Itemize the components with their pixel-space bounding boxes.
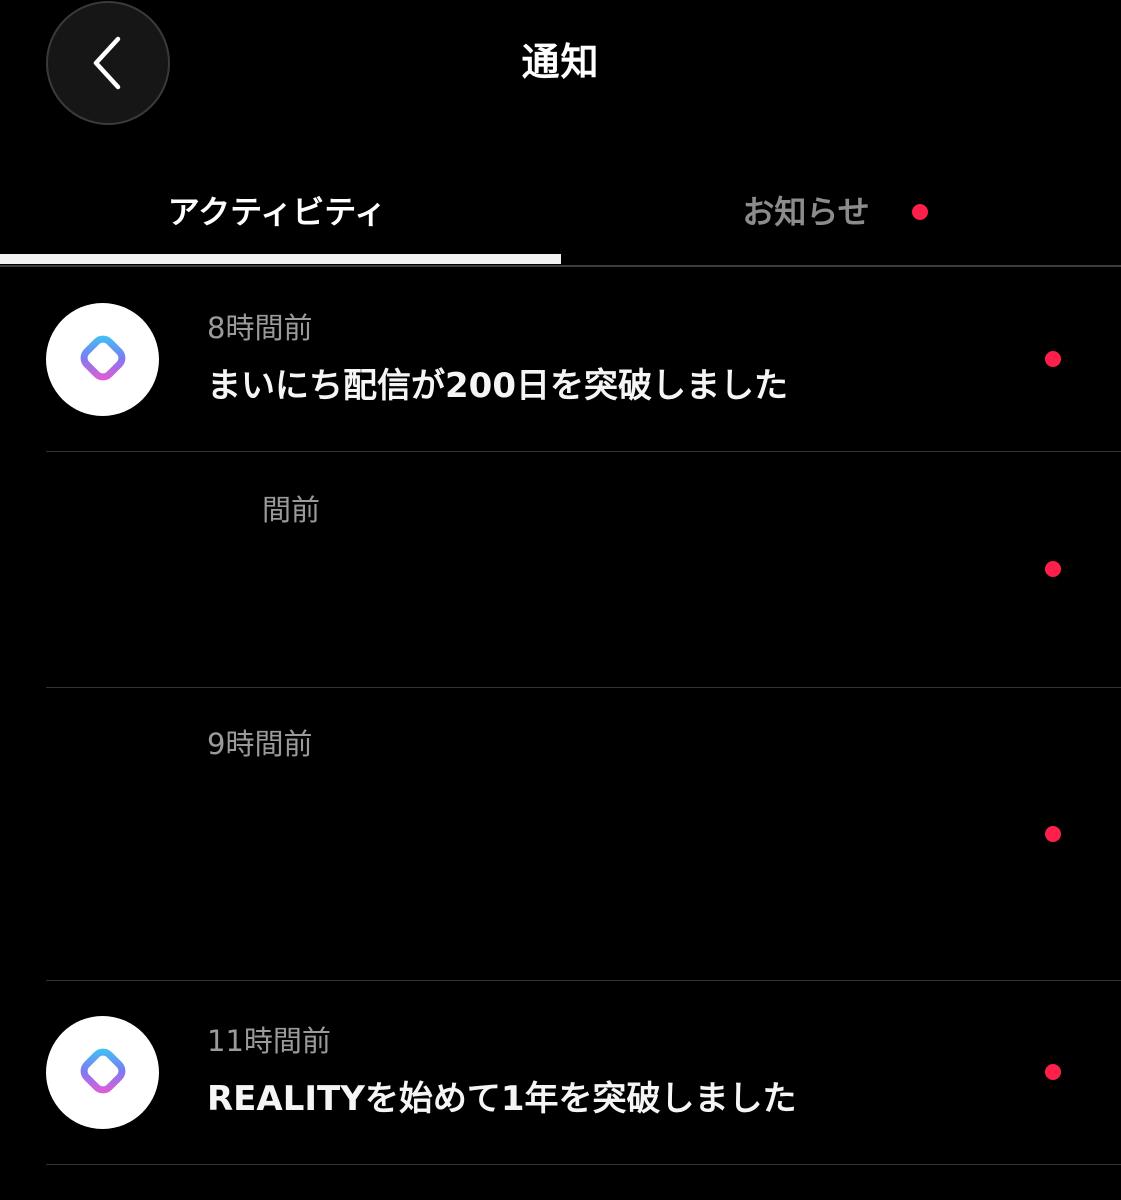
unread-dot bbox=[1045, 826, 1061, 842]
tab-bar: アクティビティ お知らせ bbox=[0, 160, 1121, 268]
unread-dot bbox=[1045, 561, 1061, 577]
notification-row[interactable]: 11時間前 REALITYを始めて1年を突破しました bbox=[0, 981, 1121, 1164]
header: 通知 bbox=[0, 0, 1121, 140]
unread-dot bbox=[1045, 1064, 1061, 1080]
reality-logo-icon bbox=[73, 1041, 133, 1105]
notification-row[interactable]: 9時間前 bbox=[0, 688, 1121, 980]
notification-time: 9時間前 bbox=[207, 727, 313, 761]
tab-news-label: お知らせ bbox=[742, 193, 870, 231]
tab-divider bbox=[0, 265, 1121, 267]
avatar bbox=[46, 303, 159, 416]
tab-news-unread-dot bbox=[912, 204, 928, 220]
tab-activity-label: アクティビティ bbox=[167, 193, 387, 231]
tab-activity[interactable]: アクティビティ bbox=[0, 160, 560, 264]
tab-news[interactable]: お知らせ bbox=[561, 160, 1121, 264]
notification-row[interactable]: 8時間前 まいにち配信が200日を突破しました bbox=[0, 268, 1121, 452]
notification-row[interactable]: 間前 bbox=[0, 452, 1121, 687]
notification-time: 8時間前 bbox=[207, 311, 313, 345]
notification-time: 間前 bbox=[262, 493, 321, 527]
divider bbox=[46, 1164, 1121, 1165]
notification-message: まいにち配信が200日を突破しました bbox=[207, 366, 788, 406]
unread-dot bbox=[1045, 351, 1061, 367]
reality-logo-icon bbox=[73, 328, 133, 392]
page-title: 通知 bbox=[521, 40, 600, 84]
tab-active-indicator bbox=[0, 254, 561, 264]
notification-message: REALITYを始めて1年を突破しました bbox=[207, 1079, 797, 1119]
avatar bbox=[46, 1016, 159, 1129]
notification-time: 11時間前 bbox=[207, 1024, 331, 1058]
